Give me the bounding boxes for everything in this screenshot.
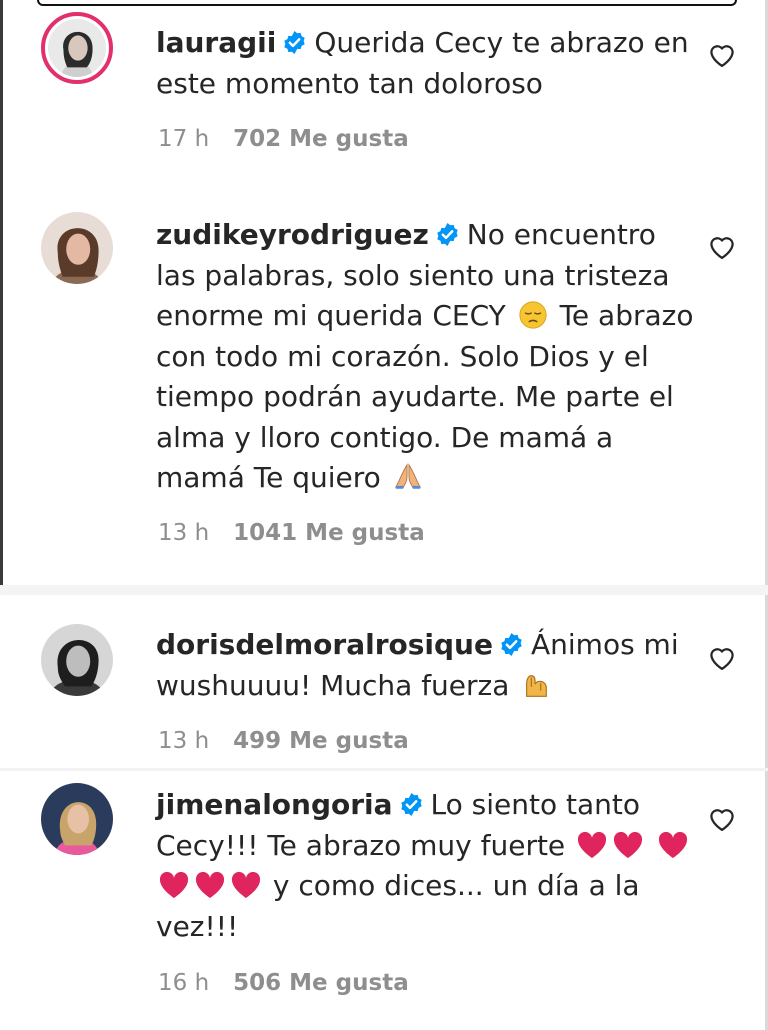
profile-photo-icon: [41, 212, 113, 284]
comment-timestamp: 13 h: [158, 520, 210, 546]
comment-body: lauragii Querida Cecy te abrazo en este m…: [156, 23, 696, 104]
avatar[interactable]: [41, 12, 113, 84]
comment-username[interactable]: jimenalongoria: [156, 788, 393, 821]
red-heart-icon: [612, 830, 644, 860]
likes-count[interactable]: 499 Me gusta: [233, 728, 409, 754]
likes-count[interactable]: 1041 Me gusta: [233, 520, 425, 546]
profile-photo-icon: [41, 624, 113, 696]
comment-text: y como dices... un día a la vez!!!: [156, 869, 640, 943]
heart-outline-icon[interactable]: [707, 643, 737, 671]
comment-meta: 13 h 499 Me gusta: [158, 728, 409, 754]
heart-outline-icon[interactable]: [707, 804, 737, 832]
avatar[interactable]: [41, 624, 113, 696]
heart-outline-icon[interactable]: [707, 232, 737, 260]
comment-timestamp: 17 h: [158, 126, 210, 152]
comment-meta: 16 h 506 Me gusta: [158, 970, 409, 996]
top-input-bar: [37, 0, 737, 6]
comment-timestamp: 16 h: [158, 970, 210, 996]
likes-count[interactable]: 506 Me gusta: [233, 970, 409, 996]
section-divider: [0, 585, 768, 595]
avatar[interactable]: [41, 212, 113, 284]
comment-body: dorisdelmoralrosique Ánimos mi wushuuuu! …: [156, 625, 696, 706]
section-divider: [0, 768, 768, 771]
flexed-biceps-icon: [520, 670, 552, 700]
folded-hands-icon: [392, 462, 424, 492]
profile-photo-icon: [48, 19, 106, 77]
red-heart-icon: [576, 830, 608, 860]
red-heart-icon: [158, 870, 190, 900]
left-edge-divider: [0, 0, 3, 585]
avatar[interactable]: [41, 783, 113, 855]
comment-username[interactable]: zudikeyrodriguez: [156, 218, 429, 251]
profile-photo-icon: [41, 783, 113, 855]
comments-screenshot: lauragii Querida Cecy te abrazo en este m…: [0, 0, 768, 1030]
red-heart-icon: [657, 830, 689, 860]
comment-body: jimenalongoria Lo siento tanto Cecy!!! Te…: [156, 785, 696, 947]
comment-body: zudikeyrodriguez No encuentro las palabra…: [156, 215, 696, 499]
heart-outline-icon[interactable]: [707, 40, 737, 68]
comment-meta: 13 h 1041 Me gusta: [158, 520, 425, 546]
verified-badge-icon: [435, 222, 460, 247]
verified-badge-icon: [399, 792, 424, 817]
comment-timestamp: 13 h: [158, 728, 210, 754]
verified-badge-icon: [282, 30, 307, 55]
red-heart-icon: [230, 870, 262, 900]
red-heart-icon: [194, 870, 226, 900]
likes-count[interactable]: 702 Me gusta: [233, 126, 409, 152]
comment-username[interactable]: dorisdelmoralrosique: [156, 628, 493, 661]
comment-username[interactable]: lauragii: [156, 26, 276, 59]
verified-badge-icon: [499, 632, 524, 657]
pensive-face-icon: [517, 300, 549, 330]
comment-meta: 17 h 702 Me gusta: [158, 126, 409, 152]
